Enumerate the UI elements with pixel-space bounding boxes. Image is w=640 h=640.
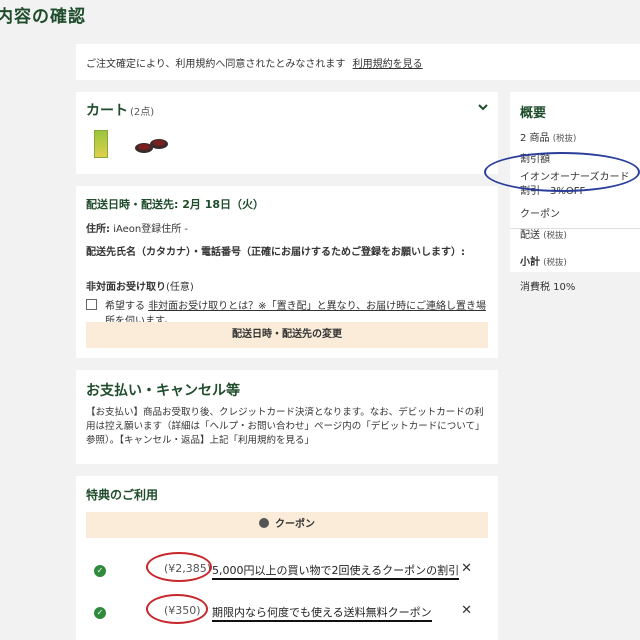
annotation-circle	[484, 152, 640, 192]
payment-title: お支払い・キャンセル等	[86, 383, 240, 399]
check-circle-icon: ✓	[94, 565, 106, 577]
terms-notice-text: ご注文確定により、利用規約へ同意されたとみなされます	[86, 59, 346, 70]
cart-title: カート (2点)	[86, 100, 154, 120]
nonface-label: 非対面お受け取り	[86, 282, 166, 293]
summary-subtotal-tax: (税抜)	[543, 258, 567, 268]
delivery-address: 住所: iAeon登録住所 -	[86, 220, 488, 235]
delivery-section: 配送日時・配送先: 2月 18日（火） 住所: iAeon登録住所 - 配送先氏…	[76, 186, 498, 358]
coupon-bar-label: クーポン	[275, 519, 315, 530]
chevron-down-icon[interactable]	[476, 100, 490, 114]
recipient-name-line: 配送先氏名（カタカナ）・電話番号（正確にお届けするためご登録をお願いします）:	[86, 247, 465, 258]
nonface-heading: 非対面お受け取り(任意)	[86, 278, 488, 293]
remove-coupon-icon[interactable]: ✕	[461, 561, 472, 576]
benefits-section: 特典のご利用 クーポン ✓ (¥2,385) 5,000円以上の買い物で2回使え…	[76, 476, 498, 640]
summary-items-count: 2 商品	[520, 133, 550, 144]
summary-subtotal: 小計 (税抜)	[520, 253, 630, 268]
page-title: 内容の確認	[0, 7, 86, 27]
summary-tax: 消費税 10%	[520, 282, 576, 293]
cart-title-text: カート	[86, 103, 128, 119]
nonface-optional: (任意)	[166, 282, 194, 293]
address-label: 住所:	[86, 224, 110, 235]
summary-title: 概要	[520, 106, 547, 121]
coupon-icon	[259, 518, 269, 528]
payment-section: お支払い・キャンセル等 【お支払い】商品お受取り後、クレジットカード決済となりま…	[76, 370, 498, 464]
coupon-bar[interactable]: クーポン	[86, 512, 488, 538]
annotation-circle	[146, 594, 208, 624]
cart-count: (2点)	[130, 107, 155, 118]
summary-shipping-tax: (税抜)	[543, 231, 567, 241]
terms-notice: ご注文確定により、利用規約へ同意されたとみなされます 利用規約を見る	[76, 44, 640, 80]
summary-coupon: クーポン	[520, 209, 560, 220]
product-thumbnail[interactable]	[134, 134, 170, 156]
coupon-description: 期限内なら何度でも使える送料無料クーポン	[212, 604, 432, 622]
summary-items: 2 商品 (税抜)	[520, 129, 630, 144]
cart-section: カート (2点)	[76, 92, 498, 174]
summary-shipping-label: 配送	[520, 230, 540, 241]
terms-link[interactable]: 利用規約を見る	[353, 59, 423, 70]
coupon-description: 5,000円以上の買い物で2回使えるクーポンの割引	[212, 562, 460, 580]
product-thumbnail[interactable]	[94, 130, 108, 158]
delivery-date: 配送日時・配送先: 2月 18日（火）	[86, 198, 265, 211]
check-circle-icon: ✓	[94, 607, 106, 619]
payment-body: 【お支払い】商品お受取り後、クレジットカード決済となります。なお、デビットカード…	[86, 407, 485, 446]
nonface-checkbox[interactable]	[86, 299, 97, 310]
annotation-circle	[146, 552, 212, 582]
checkbox-label: 希望する	[105, 301, 145, 312]
change-delivery-button[interactable]: 配送日時・配送先の変更	[86, 322, 488, 348]
summary-subtotal-label: 小計	[520, 257, 540, 268]
address-value: iAeon登録住所 -	[113, 224, 189, 235]
remove-coupon-icon[interactable]: ✕	[461, 603, 472, 618]
benefits-title: 特典のご利用	[86, 488, 159, 502]
divider	[510, 228, 640, 229]
summary-items-tax: (税抜)	[552, 134, 577, 144]
